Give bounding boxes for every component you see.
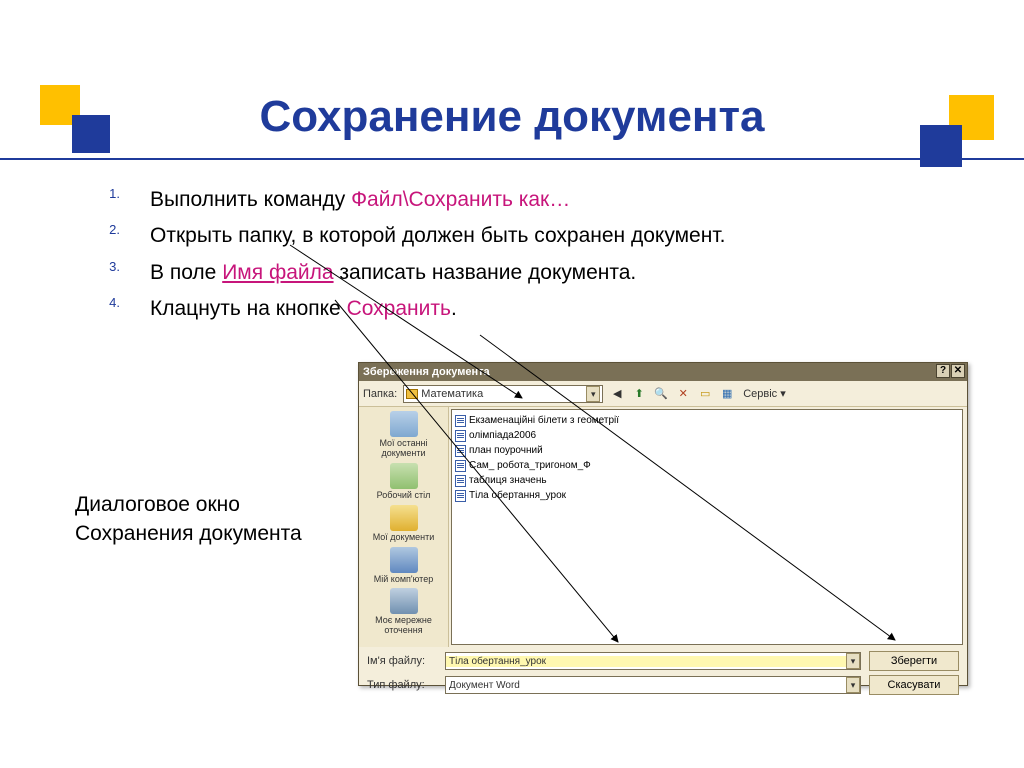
list-number: 3. xyxy=(60,258,120,277)
place-computer[interactable]: Мій комп'ютер xyxy=(364,547,444,585)
filename-label: Ім'я файлу: xyxy=(367,655,437,667)
steps-list: 1. Выполнить команду Файл\Сохранить как…… xyxy=(150,185,930,331)
list-text: записать название документа. xyxy=(334,261,637,284)
list-item: 4. Клацнуть на кнопке Сохранить. xyxy=(150,294,930,324)
chevron-down-icon[interactable]: ▾ xyxy=(586,386,600,402)
file-name: таблиця значень xyxy=(469,475,547,486)
file-item[interactable]: олімпіада2006 xyxy=(455,428,959,443)
folder-value: Математика xyxy=(421,388,583,400)
place-label: Моє мережне оточення xyxy=(364,616,444,636)
file-name: план поурочний xyxy=(469,445,543,456)
back-icon[interactable]: ◀ xyxy=(609,386,625,402)
file-item[interactable]: Сам_ робота_тригоном_Ф xyxy=(455,458,959,473)
file-name: олімпіада2006 xyxy=(469,430,536,441)
doc-icon xyxy=(455,430,466,442)
up-icon[interactable]: ⬆ xyxy=(631,386,647,402)
file-name: Сам_ робота_тригоном_Ф xyxy=(469,460,591,471)
doc-icon xyxy=(455,475,466,487)
file-item[interactable]: Тіла обертання_урок xyxy=(455,488,959,503)
folder-combo[interactable]: Математика ▾ xyxy=(403,385,603,403)
places-bar: Мої останні документи Робочий стіл Мої д… xyxy=(359,407,449,647)
file-name: Екзаменаційні білети з геометрії xyxy=(469,415,619,426)
highlight-text: Файл\Сохранить как… xyxy=(351,188,570,211)
file-pane[interactable]: Екзаменаційні білети з геометрії олімпіа… xyxy=(451,409,963,645)
list-number: 4. xyxy=(60,294,120,313)
caption-line: Сохранения документа xyxy=(75,519,302,548)
list-item: 3. В поле Имя файла записать название до… xyxy=(150,258,930,288)
filename-value: Тіла обертання_урок xyxy=(446,656,846,667)
place-network[interactable]: Моє мережне оточення xyxy=(364,588,444,636)
chevron-down-icon[interactable]: ▾ xyxy=(846,653,860,669)
place-label: Робочий стіл xyxy=(364,491,444,501)
highlight-text: Сохранить xyxy=(347,297,451,320)
list-text: Открыть папку, в которой должен быть сох… xyxy=(150,224,725,247)
save-dialog: Збереження документа ? ✕ Папка: Математи… xyxy=(358,362,968,686)
place-label: Мої документи xyxy=(364,533,444,543)
slide-title: Сохранение документа xyxy=(0,92,1024,142)
title-rule xyxy=(0,158,1024,160)
save-button[interactable]: Зберегти xyxy=(869,651,959,671)
dialog-bottom: Ім'я файлу: Тіла обертання_урок ▾ Зберег… xyxy=(359,647,967,699)
list-text: В поле xyxy=(150,261,222,284)
delete-icon[interactable]: ✕ xyxy=(675,386,691,402)
dialog-toolbar: Папка: Математика ▾ ◀ ⬆ 🔍 ✕ ▭ ▦ Сервіс ▾ xyxy=(359,381,967,407)
caption-line: Диалоговое окно xyxy=(75,490,302,519)
views-icon[interactable]: ▦ xyxy=(719,386,735,402)
filetype-combo[interactable]: Документ Word ▾ xyxy=(445,676,861,694)
filetype-label: Тип файлу: xyxy=(367,679,437,691)
file-item[interactable]: таблиця значень xyxy=(455,473,959,488)
folder-label: Папка: xyxy=(363,388,397,400)
place-desktop[interactable]: Робочий стіл xyxy=(364,463,444,501)
file-item[interactable]: план поурочний xyxy=(455,443,959,458)
list-number: 2. xyxy=(60,221,120,240)
filetype-value: Документ Word xyxy=(446,680,846,691)
doc-icon xyxy=(455,445,466,457)
desktop-icon xyxy=(390,463,418,489)
folder-icon xyxy=(406,389,418,399)
search-icon[interactable]: 🔍 xyxy=(653,386,669,402)
place-label: Мій комп'ютер xyxy=(364,575,444,585)
cancel-button[interactable]: Скасувати xyxy=(869,675,959,695)
close-button[interactable]: ✕ xyxy=(951,364,965,378)
list-text: Клацнуть на кнопке xyxy=(150,297,347,320)
place-label: Мої останні документи xyxy=(364,439,444,459)
highlight-text: Имя файла xyxy=(222,261,333,284)
doc-icon xyxy=(455,490,466,502)
dialog-titlebar[interactable]: Збереження документа ? ✕ xyxy=(359,363,967,381)
new-folder-icon[interactable]: ▭ xyxy=(697,386,713,402)
computer-icon xyxy=(390,547,418,573)
place-documents[interactable]: Мої документи xyxy=(364,505,444,543)
list-item: 1. Выполнить команду Файл\Сохранить как… xyxy=(150,185,930,215)
doc-icon xyxy=(455,460,466,472)
dialog-title-text: Збереження документа xyxy=(363,366,490,378)
list-number: 1. xyxy=(60,185,120,204)
dialog-caption: Диалоговое окно Сохранения документа xyxy=(75,490,302,549)
filename-input[interactable]: Тіла обертання_урок ▾ xyxy=(445,652,861,670)
file-name: Тіла обертання_урок xyxy=(469,490,566,501)
recent-icon xyxy=(390,411,418,437)
list-item: 2. Открыть папку, в которой должен быть … xyxy=(150,221,930,251)
network-icon xyxy=(390,588,418,614)
file-item[interactable]: Екзаменаційні білети з геометрії xyxy=(455,413,959,428)
list-text: Выполнить команду xyxy=(150,188,351,211)
place-recent[interactable]: Мої останні документи xyxy=(364,411,444,459)
chevron-down-icon[interactable]: ▾ xyxy=(846,677,860,693)
tools-menu[interactable]: Сервіс ▾ xyxy=(741,387,788,400)
documents-icon xyxy=(390,505,418,531)
doc-icon xyxy=(455,415,466,427)
help-button[interactable]: ? xyxy=(936,364,950,378)
list-text: . xyxy=(451,297,457,320)
